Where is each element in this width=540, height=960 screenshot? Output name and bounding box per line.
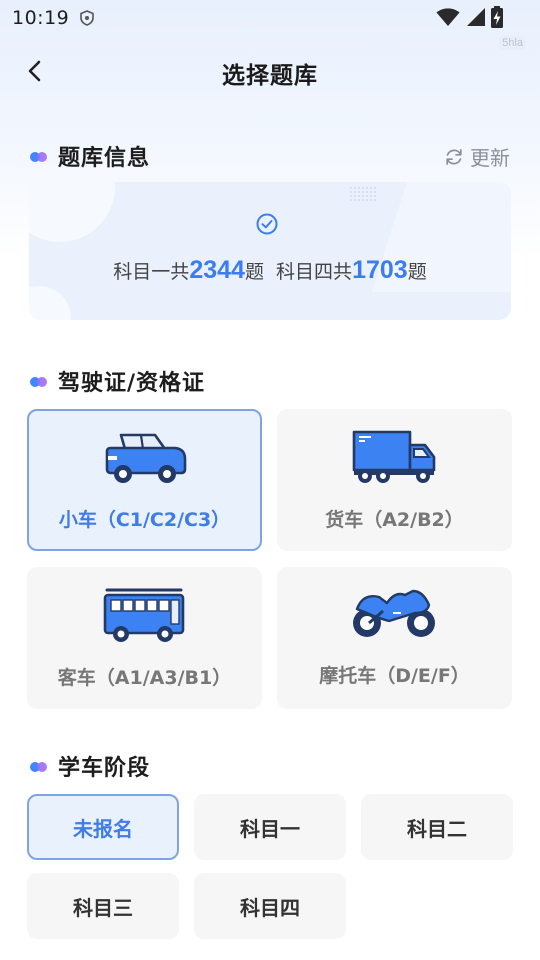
battery-charging-icon [491,6,503,28]
subject4-count: 1703 [352,256,408,284]
truck-icon [352,430,436,483]
section-title: 学车阶段 [58,756,151,781]
license-header: 驾驶证/资格证 [30,365,205,397]
section-dots-icon [30,760,50,772]
license-option-car[interactable]: 小车（C1/C2/C3） [27,409,262,551]
subject1-count: 2344 [189,256,245,284]
nav-bar: 选择题库 [0,48,540,94]
bank-info-summary: 科目一共2344题 科目四共1703题 [29,256,511,285]
status-bar: 10:19 [0,0,540,36]
vehicle-label: 货车（A2/B2） [325,509,464,531]
section-dots-icon [30,150,50,162]
signal-icon [467,8,485,26]
bus-icon [103,588,185,642]
bank-info-card: 科目一共2344题 科目四共1703题 [29,182,511,320]
subject1-suffix: 题 [244,261,264,283]
section-dots-icon [30,375,50,387]
stage-option-subject2[interactable]: 科目二 [361,794,513,860]
stage-option-subject1[interactable]: 科目一 [194,794,346,860]
license-option-bus[interactable]: 客车（A1/A3/B1） [27,567,262,709]
status-icons [436,6,504,28]
bank-info-header: 题库信息 [30,140,150,172]
vehicle-label: 摩托车（D/E/F） [319,665,470,687]
stage-option-not-enrolled[interactable]: 未报名 [27,794,179,860]
subject1-prefix: 科目一共 [113,261,190,283]
update-label: 更新 [470,146,510,170]
license-option-truck[interactable]: 货车（A2/B2） [277,409,512,551]
subject4-suffix: 题 [407,261,427,283]
car-icon [105,433,187,483]
vehicle-label: 小车（C1/C2/C3） [58,509,231,531]
vehicle-label: 客车（A1/A3/B1） [57,667,232,689]
refresh-icon [446,148,462,165]
check-circle-icon [256,213,278,235]
page-title: 选择题库 [222,63,318,89]
stage-option-subject4[interactable]: 科目四 [194,873,346,939]
motorcycle-icon [353,589,435,637]
subject4-prefix: 科目四共 [276,261,353,283]
license-option-motorcycle[interactable]: 摩托车（D/E/F） [277,567,512,709]
shield-icon [80,10,95,26]
section-title: 题库信息 [58,146,151,171]
wifi-icon [436,8,460,26]
stage-option-subject3[interactable]: 科目三 [27,873,179,939]
stage-header: 学车阶段 [30,750,150,782]
status-time: 10:19 [12,7,70,29]
section-title: 驾驶证/资格证 [58,371,206,396]
update-button[interactable]: 更新 [444,142,510,171]
